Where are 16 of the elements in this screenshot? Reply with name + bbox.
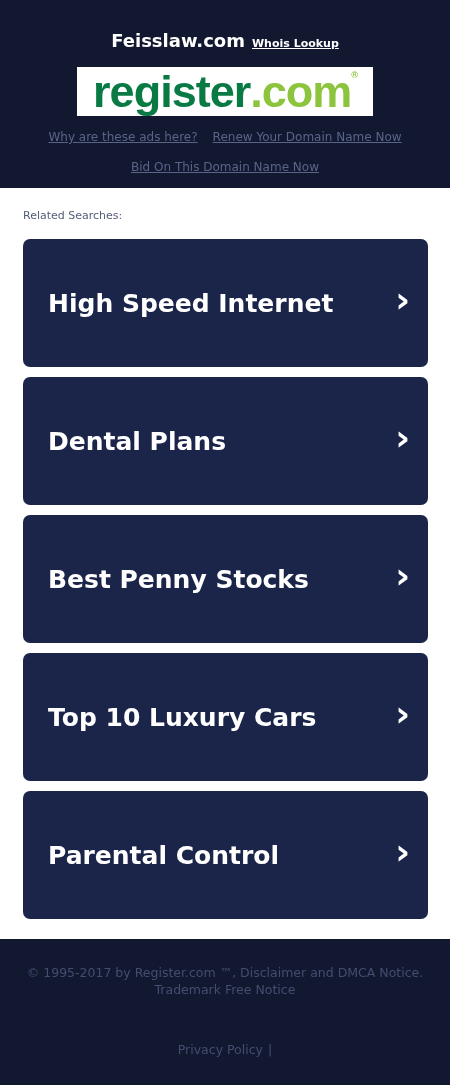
search-card[interactable]: High Speed Internet › xyxy=(23,239,428,367)
related-searches-heading: Related Searches: xyxy=(23,209,124,222)
chevron-icon: › xyxy=(395,282,410,324)
search-card[interactable]: Parental Control › xyxy=(23,791,428,919)
chevron-icon: › xyxy=(395,420,410,462)
separator: | xyxy=(268,1042,273,1057)
whois-link[interactable]: Whois Lookup xyxy=(252,37,339,50)
copyright-text: © 1995-2017 by Register.com ™, Disclaimer and DMCA Notice. xyxy=(26,965,424,980)
register-logo: register.com® xyxy=(77,67,373,116)
search-card[interactable]: Best Penny Stocks › xyxy=(23,515,428,643)
search-card[interactable]: Dental Plans › xyxy=(23,377,428,505)
chevron-icon: › xyxy=(395,696,410,738)
chevron-icon: › xyxy=(395,834,410,876)
domain-title: Feisslaw.com xyxy=(111,30,245,51)
chevron-icon: › xyxy=(395,558,410,600)
search-card[interactable]: Top 10 Luxury Cars › xyxy=(23,653,428,781)
